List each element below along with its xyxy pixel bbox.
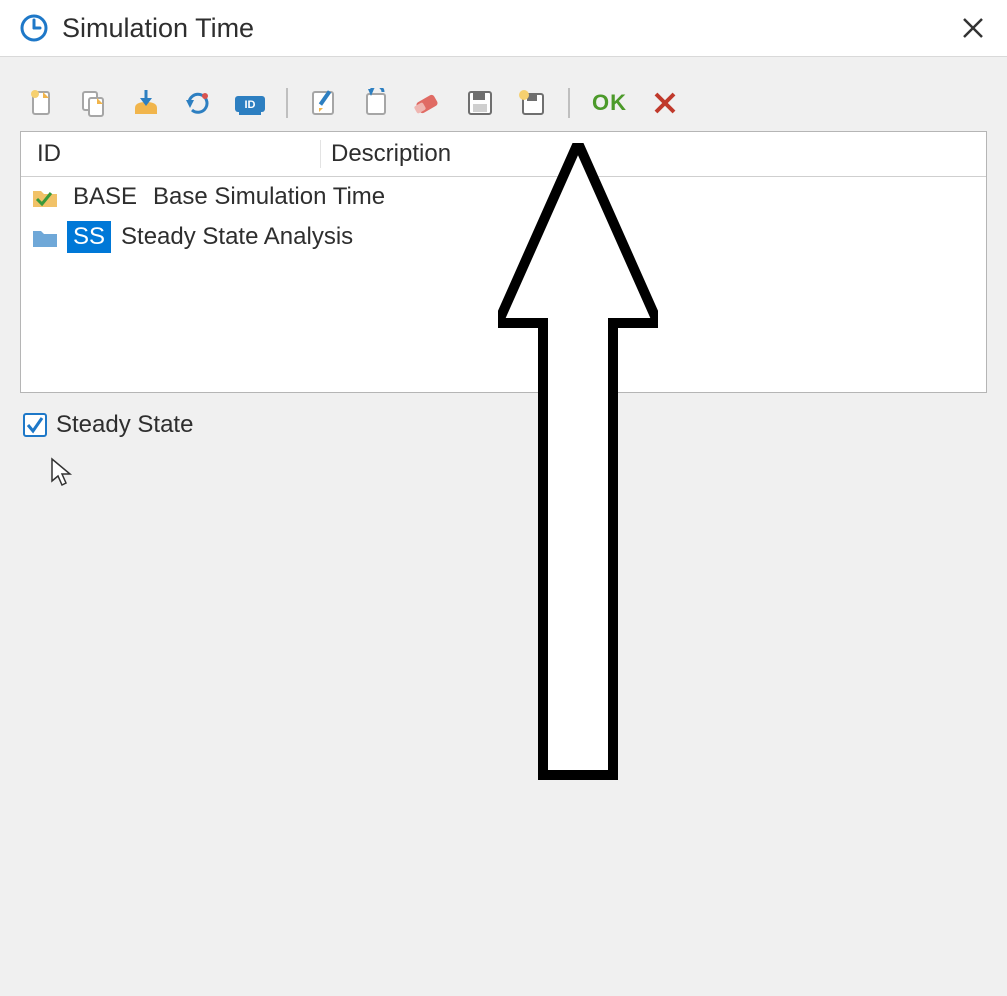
- column-header-description[interactable]: Description: [321, 140, 986, 168]
- list-body: BASE Base Simulation Time SS Steady Stat…: [21, 177, 986, 392]
- client-area: ID: [0, 57, 1007, 996]
- save-icon[interactable]: [462, 85, 498, 121]
- new-document-icon[interactable]: [24, 85, 60, 121]
- row-id: SS: [67, 221, 111, 253]
- title-bar: Simulation Time: [0, 0, 1007, 57]
- copy-icon[interactable]: [76, 85, 112, 121]
- cancel-button[interactable]: [647, 85, 683, 121]
- edit-icon[interactable]: [306, 85, 342, 121]
- folder-icon: [31, 225, 59, 249]
- ok-button[interactable]: OK: [588, 88, 631, 118]
- row-description: Base Simulation Time: [143, 183, 986, 211]
- refresh-icon[interactable]: [180, 85, 216, 121]
- list-header: ID Description: [21, 132, 986, 177]
- svg-text:ID: ID: [245, 99, 256, 111]
- row-id: BASE: [67, 181, 143, 213]
- toolbar-separator: [286, 88, 288, 118]
- clock-icon: [18, 12, 50, 44]
- save-as-icon[interactable]: [514, 85, 550, 121]
- toolbar-separator: [568, 88, 570, 118]
- list-row[interactable]: BASE Base Simulation Time: [21, 177, 986, 217]
- erase-icon[interactable]: [410, 85, 446, 121]
- folder-check-icon: [31, 185, 59, 209]
- window-title: Simulation Time: [62, 13, 254, 44]
- steady-state-checkbox-row: Steady State: [20, 411, 987, 439]
- window-close-button[interactable]: [949, 12, 997, 44]
- toolbar: ID: [20, 81, 987, 131]
- import-icon[interactable]: [128, 85, 164, 121]
- column-header-id[interactable]: ID: [21, 140, 321, 168]
- row-description: Steady State Analysis: [111, 223, 986, 251]
- cursor-icon: [50, 457, 74, 487]
- simulation-time-list: ID Description BASE Base Simulation Time: [20, 131, 987, 393]
- undo-page-icon[interactable]: [358, 85, 394, 121]
- steady-state-label: Steady State: [56, 411, 193, 439]
- id-tag-icon[interactable]: ID: [232, 85, 268, 121]
- list-row[interactable]: SS Steady State Analysis: [21, 217, 986, 257]
- steady-state-checkbox[interactable]: [22, 412, 48, 438]
